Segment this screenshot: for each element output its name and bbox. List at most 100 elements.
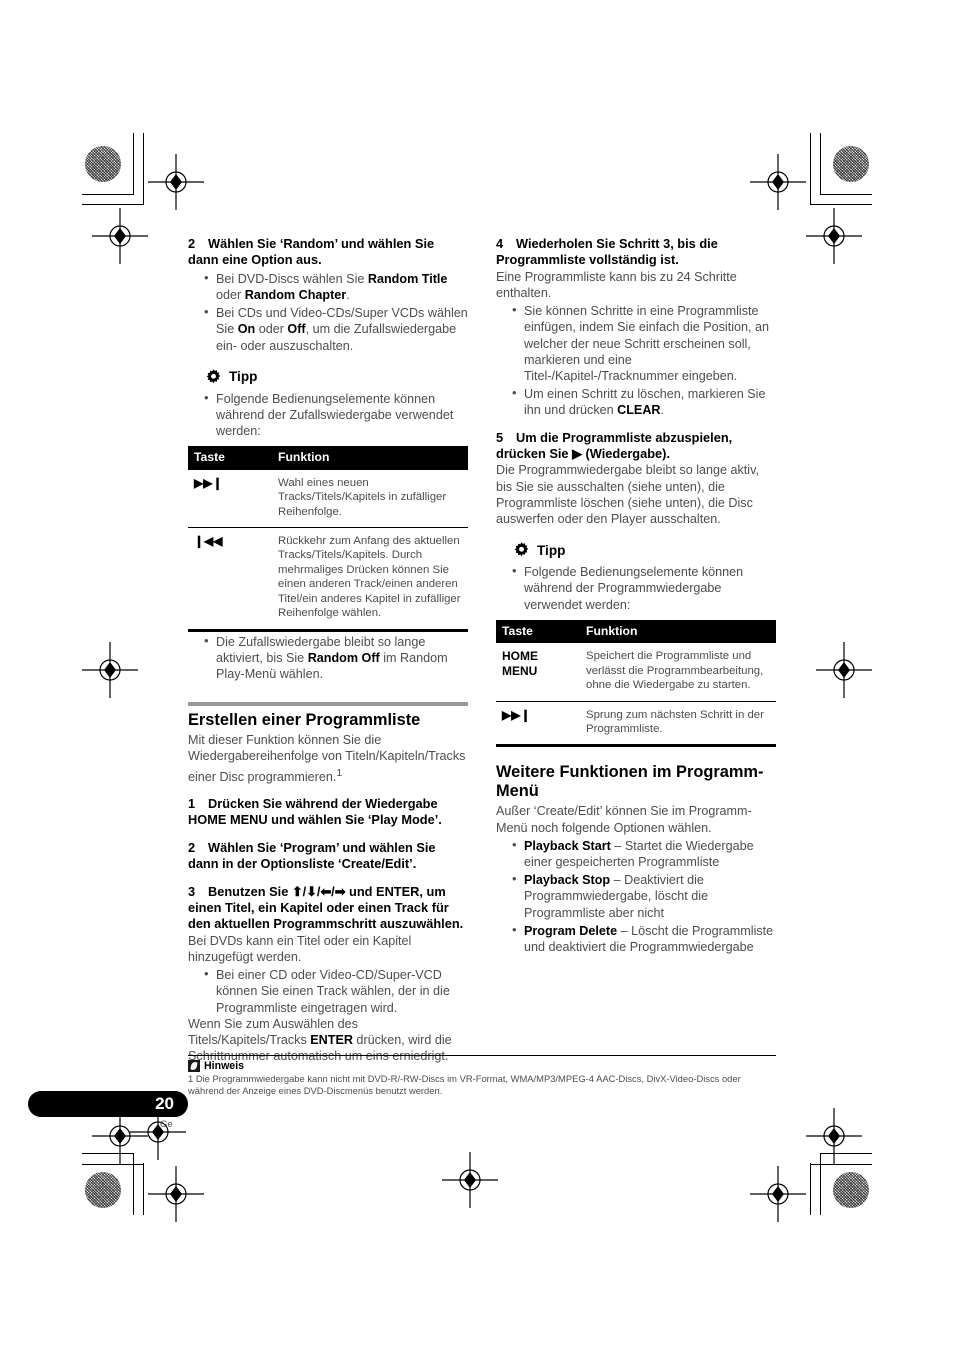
- section-intro: Mit dieser Funktion können Sie die Wiede…: [188, 733, 466, 784]
- registration-mark-bottom-left: [148, 1166, 204, 1222]
- halftone-circle-bottom-left: [85, 1172, 121, 1208]
- halftone-circle-bottom-right: [833, 1172, 869, 1208]
- right-column: 4 Wiederholen Sie Schritt 3, bis die Prog…: [496, 236, 776, 955]
- crop-mark-tr-v1: [820, 133, 821, 195]
- step-3-number: 3: [188, 883, 196, 899]
- crop-mark-br-v2: [810, 1163, 811, 1215]
- step-2b-number: 2: [188, 839, 196, 855]
- step-1-heading: 1 Drücken Sie während der Wiedergabe HOME…: [188, 796, 468, 829]
- note-icon: [188, 1060, 200, 1072]
- tip-label: Tipp: [537, 542, 566, 558]
- list-item: Bei einer CD oder Video-CD/Super-VCD kön…: [204, 966, 468, 1016]
- col-header-funktion: Funktion: [272, 446, 468, 470]
- halftone-circle-top-left: [85, 146, 121, 182]
- step-2b-title: Wählen Sie ‘Program’ und wählen Sie dann…: [188, 839, 436, 872]
- registration-mark-right-upper: [806, 208, 862, 264]
- tip-bullets-random: Folgende Bedienungselemente können währe…: [188, 390, 468, 440]
- step-2-number: 2: [188, 236, 196, 251]
- list-item: Folgende Bedienungselemente können währe…: [512, 563, 776, 613]
- list-item: Bei DVD-Discs wählen Sie Random Title od…: [204, 270, 468, 303]
- col-header-taste: Taste: [188, 446, 272, 470]
- step-1-number: 1: [188, 795, 196, 811]
- footnote-header: Hinweis: [188, 1060, 776, 1072]
- key-cell: ▶▶❙: [496, 701, 580, 748]
- step-3-title: Benutzen Sie ⬆/⬇/⬅/➡ und ENTER, um einen…: [188, 883, 464, 932]
- value-cell: Rückkehr zum Anfang des aktuellen Tracks…: [272, 527, 468, 632]
- tip-header-random: Tipp: [204, 368, 468, 387]
- registration-mark-mid-right: [816, 642, 872, 698]
- crop-mark-tr-h1: [820, 194, 872, 195]
- left-column: 2 Wählen Sie ‘Random’ und wählen Sie dann…: [188, 236, 468, 1064]
- weitere-intro: Außer ‘Create/Edit’ können Sie im Progra…: [496, 804, 752, 835]
- table-row: ▶▶❙ Wahl eines neuen Tracks/Titels/Kapit…: [188, 469, 468, 529]
- list-item: Sie können Schritte in eine Programmlist…: [512, 302, 776, 384]
- footnote-text: 1 Die Programmwiedergabe kann nicht mit …: [188, 1073, 741, 1097]
- key-cell: HOME MENU: [496, 643, 580, 702]
- page-number: 20: [155, 1094, 174, 1113]
- footnote-label: Hinweis: [204, 1060, 245, 1072]
- step-3-body: Bei DVDs kann ein Titel oder ein Kapitel…: [188, 933, 412, 964]
- table-row: HOME MENU Speichert die Programmliste un…: [496, 643, 776, 702]
- tip-header-program: Tipp: [512, 541, 776, 560]
- step-2-bullets: Bei DVD-Discs wählen Sie Random Title od…: [188, 270, 468, 354]
- tip-label: Tipp: [229, 369, 258, 385]
- step-2-heading: 2 Wählen Sie ‘Random’ und wählen Sie dann…: [188, 236, 468, 269]
- value-cell: Speichert die Programmliste und verlässt…: [580, 643, 776, 702]
- key-cell: ❙◀◀: [188, 527, 272, 632]
- halftone-circle-top-right: [833, 146, 869, 182]
- registration-mark-left-upper: [92, 208, 148, 264]
- list-item: Folgende Bedienungselemente können währe…: [204, 390, 468, 440]
- tip-bullets-program: Folgende Bedienungselemente können währe…: [496, 563, 776, 613]
- step-5-number: 5: [496, 429, 504, 445]
- step-3-heading: 3 Benutzen Sie ⬆/⬇/⬅/➡ und ENTER, um eine…: [188, 884, 468, 933]
- footnote-block: Hinweis 1 Die Programmwiedergabe kann ni…: [188, 1055, 776, 1098]
- section-rule: [188, 702, 468, 707]
- registration-mark-bottom-right: [750, 1166, 806, 1222]
- table-row: ▶▶❙ Sprung zum nächsten Schritt in der P…: [496, 701, 776, 748]
- manual-page: 2 Wählen Sie ‘Random’ und wählen Sie dann…: [0, 0, 954, 1350]
- registration-mark-top-right: [750, 154, 806, 210]
- step-4-body: Eine Programmliste kann bis zu 24 Schrit…: [496, 269, 737, 301]
- registration-mark-bottom-center: [442, 1152, 498, 1208]
- step-2b-heading: 2 Wählen Sie ‘Program’ und wählen Sie dan…: [188, 840, 468, 873]
- crop-mark-bl-v2: [143, 1163, 144, 1215]
- step-5-body: Die Programmwiedergabe bleibt so lange a…: [496, 463, 759, 527]
- gear-icon: [204, 368, 223, 387]
- table-row: ❙◀◀ Rückkehr zum Anfang des aktuellen Tr…: [188, 527, 468, 632]
- page-language-code: Ge: [160, 1119, 173, 1130]
- section-heading-programmliste: Erstellen einer Programmliste: [188, 711, 421, 730]
- value-cell: Wahl eines neuen Tracks/Titels/Kapitels …: [272, 469, 468, 529]
- step-4-title: Wiederholen Sie Schritt 3, bis die Progr…: [496, 236, 718, 268]
- list-item: Die Zufallswiedergabe bleibt so lange ak…: [204, 633, 468, 683]
- step-1-title: Drücken Sie während der Wiedergabe HOME …: [188, 795, 442, 828]
- col-header-funktion: Funktion: [580, 619, 776, 644]
- crop-mark-tr-h2: [810, 204, 872, 205]
- step-4-heading: 4 Wiederholen Sie Schritt 3, bis die Prog…: [496, 236, 776, 269]
- registration-mark-bottom-right-upper: [806, 1108, 862, 1164]
- footnote-rule: [188, 1055, 776, 1056]
- crop-mark-bl-h2: [82, 1164, 144, 1165]
- step-2-title: Wählen Sie ‘Random’ und wählen Sie dann …: [188, 236, 435, 268]
- value-cell: Sprung zum nächsten Schritt in der Progr…: [580, 701, 776, 748]
- content-columns: 2 Wählen Sie ‘Random’ und wählen Sie dann…: [188, 236, 776, 1064]
- crop-mark-tl-h1: [82, 194, 134, 195]
- step-4-bullets: Sie können Schritte in eine Programmlist…: [496, 302, 776, 418]
- step-3-bullets: Bei einer CD oder Video-CD/Super-VCD kön…: [188, 966, 468, 1016]
- crop-mark-tr-v2: [810, 133, 811, 205]
- step-5-heading: 5 Um die Programmliste abzuspielen, drück…: [496, 430, 776, 463]
- random-keys-table: Taste Funktion ▶▶❙ Wahl eines neuen Trac…: [188, 446, 468, 632]
- list-item: Program Delete – Löscht die Programmlist…: [512, 922, 776, 955]
- step-4-number: 4: [496, 236, 504, 251]
- list-item: Playback Start – Startet die Wiedergabe …: [512, 837, 776, 870]
- section-heading-weitere-funktionen: Weitere Funktionen im Programm-Menü: [496, 763, 764, 801]
- crop-mark-tl-v1: [133, 133, 134, 195]
- crop-mark-br-h2: [810, 1164, 872, 1165]
- random-off-bullets: Die Zufallswiedergabe bleibt so lange ak…: [188, 633, 468, 683]
- registration-mark-top-left: [148, 154, 204, 210]
- step-5-title: Um die Programmliste abzuspielen, drücke…: [496, 429, 733, 462]
- col-header-taste: Taste: [496, 619, 580, 644]
- crop-mark-tl-h2: [82, 204, 144, 205]
- table-header-row: Taste Funktion: [496, 619, 776, 644]
- program-keys-table: Taste Funktion HOME MENU Speichert die P…: [496, 619, 776, 748]
- key-cell: ▶▶❙: [188, 469, 272, 529]
